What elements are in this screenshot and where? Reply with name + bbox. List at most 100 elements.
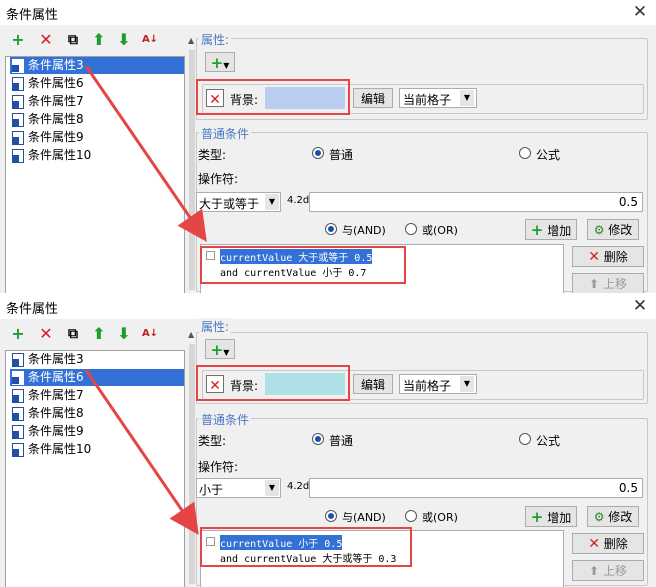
condition-list: 条件属性3 条件属性6 条件属性7 条件属性8 条件属性9 条件属性10	[5, 56, 185, 293]
document-icon	[12, 95, 24, 109]
add-condition-button[interactable]: + 增加	[525, 506, 577, 527]
document-icon	[12, 425, 24, 439]
modify-condition-button[interactable]: ⚙ 修改	[587, 506, 639, 527]
list-toolbar: + ✕ ⧉ ⬆ ⬇ A↓	[8, 30, 183, 52]
x-icon[interactable]: ✕	[36, 324, 56, 344]
radio-normal[interactable]	[312, 147, 324, 159]
gear-icon: ⚙	[593, 223, 605, 237]
document-icon	[12, 371, 24, 385]
type-label: 类型:	[198, 148, 227, 162]
radio-normal-label: 普通	[329, 148, 354, 162]
annotation-box-background	[196, 365, 350, 401]
chevron-down-icon: ▼	[223, 61, 230, 70]
scrollbar[interactable]: ▲	[188, 324, 196, 587]
annotation-box-background	[196, 79, 350, 115]
chevron-down-icon: ▼	[460, 90, 474, 106]
radio-formula-label: 公式	[536, 434, 561, 448]
radio-formula[interactable]	[519, 433, 531, 445]
radio-formula[interactable]	[519, 147, 531, 159]
list-item[interactable]: 条件属性3	[10, 57, 184, 74]
list-item[interactable]: 条件属性6	[10, 75, 184, 92]
arrow-up-icon[interactable]: ⬆	[89, 324, 109, 344]
chevron-down-icon: ▼	[223, 348, 230, 357]
scroll-up-icon[interactable]: ▲	[188, 330, 194, 339]
list-item[interactable]: 条件属性8	[10, 111, 184, 128]
scope-select[interactable]: 当前格子 ▼	[399, 374, 477, 394]
move-up-button[interactable]: ⬆ 上移	[572, 273, 644, 293]
copy-icon[interactable]: ⧉	[63, 30, 83, 50]
list-item[interactable]: 条件属性6	[10, 369, 184, 386]
value-input[interactable]: 0.5	[309, 192, 643, 212]
plus-icon[interactable]: +	[8, 324, 28, 344]
value-input[interactable]: 0.5	[309, 478, 643, 498]
list-toolbar: + ✕ ⧉ ⬆ ⬇ A↓	[8, 324, 183, 346]
arrow-down-icon[interactable]: ⬇	[114, 324, 134, 344]
attributes-label: 属性:	[199, 31, 232, 48]
add-attribute-button[interactable]: +▼	[205, 339, 235, 359]
x-icon: ✕	[588, 536, 600, 552]
title-bar: 条件属性 ✕	[0, 0, 656, 25]
attributes-label: 属性:	[199, 318, 232, 335]
dialog-panel-2: 条件属性 ✕ + ✕ ⧉ ⬆ ⬇ A↓ 条件属性3 条件属性6 条件属性7 条件…	[0, 294, 656, 587]
list-item[interactable]: 条件属性7	[10, 387, 184, 404]
delete-condition-button[interactable]: ✕ 删除	[572, 246, 644, 267]
radio-and[interactable]	[325, 510, 337, 522]
scroll-thumb[interactable]	[189, 344, 195, 584]
list-item[interactable]: 条件属性3	[10, 351, 184, 368]
scroll-thumb[interactable]	[189, 50, 195, 290]
chevron-down-icon: ▼	[265, 480, 279, 496]
close-icon[interactable]: ✕	[628, 1, 652, 23]
list-item[interactable]: 条件属性10	[10, 147, 184, 164]
sort-az-icon[interactable]: A↓	[140, 30, 160, 50]
plus-icon: +	[210, 341, 224, 359]
operator-select[interactable]: 大于或等于 ▼	[196, 192, 281, 212]
document-icon	[12, 149, 24, 163]
chevron-down-icon: ▼	[460, 376, 474, 392]
add-attribute-button[interactable]: +▼	[205, 52, 235, 72]
x-icon[interactable]: ✕	[36, 30, 56, 50]
document-icon	[12, 59, 24, 73]
list-item[interactable]: 条件属性7	[10, 93, 184, 110]
x-icon: ✕	[588, 249, 600, 265]
radio-and[interactable]	[325, 223, 337, 235]
close-icon[interactable]: ✕	[628, 295, 652, 317]
edit-button[interactable]: 编辑	[353, 88, 393, 108]
document-icon	[12, 389, 24, 403]
scrollbar[interactable]: ▲	[188, 30, 196, 293]
radio-normal-label: 普通	[329, 434, 354, 448]
scope-select[interactable]: 当前格子 ▼	[399, 88, 477, 108]
document-icon	[12, 113, 24, 127]
plus-icon[interactable]: +	[8, 30, 28, 50]
arrow-up-icon: ⬆	[589, 277, 600, 291]
annotation-box-conditions	[200, 527, 412, 567]
list-item[interactable]: 条件属性9	[10, 129, 184, 146]
document-icon	[12, 353, 24, 367]
radio-or[interactable]	[405, 510, 417, 522]
list-item[interactable]: 条件属性10	[10, 441, 184, 458]
add-condition-button[interactable]: + 增加	[525, 219, 577, 240]
sort-az-icon[interactable]: A↓	[140, 324, 160, 344]
modify-condition-button[interactable]: ⚙ 修改	[587, 219, 639, 240]
condition-list: 条件属性3 条件属性6 条件属性7 条件属性8 条件属性9 条件属性10	[5, 350, 185, 587]
radio-or[interactable]	[405, 223, 417, 235]
arrow-down-icon[interactable]: ⬇	[114, 30, 134, 50]
gear-icon: ⚙	[593, 510, 605, 524]
copy-icon[interactable]: ⧉	[63, 324, 83, 344]
list-item[interactable]: 条件属性9	[10, 423, 184, 440]
document-icon	[12, 131, 24, 145]
arrow-up-icon[interactable]: ⬆	[89, 30, 109, 50]
edit-button[interactable]: 编辑	[353, 374, 393, 394]
list-item[interactable]: 条件属性8	[10, 405, 184, 422]
normal-condition-label: 普通条件	[199, 125, 252, 142]
move-up-button[interactable]: ⬆ 上移	[572, 560, 644, 581]
delete-condition-button[interactable]: ✕ 删除	[572, 533, 644, 554]
window-title: 条件属性	[6, 302, 59, 317]
scroll-up-icon[interactable]: ▲	[188, 36, 194, 45]
operator-select[interactable]: 小于 ▼	[196, 478, 281, 498]
plus-icon: +	[210, 54, 224, 72]
radio-or-label: 或(OR)	[422, 511, 458, 524]
operator-label: 操作符:	[198, 172, 239, 186]
radio-normal[interactable]	[312, 433, 324, 445]
chevron-down-icon: ▼	[265, 194, 279, 210]
format-label: 4.2d	[287, 481, 310, 492]
